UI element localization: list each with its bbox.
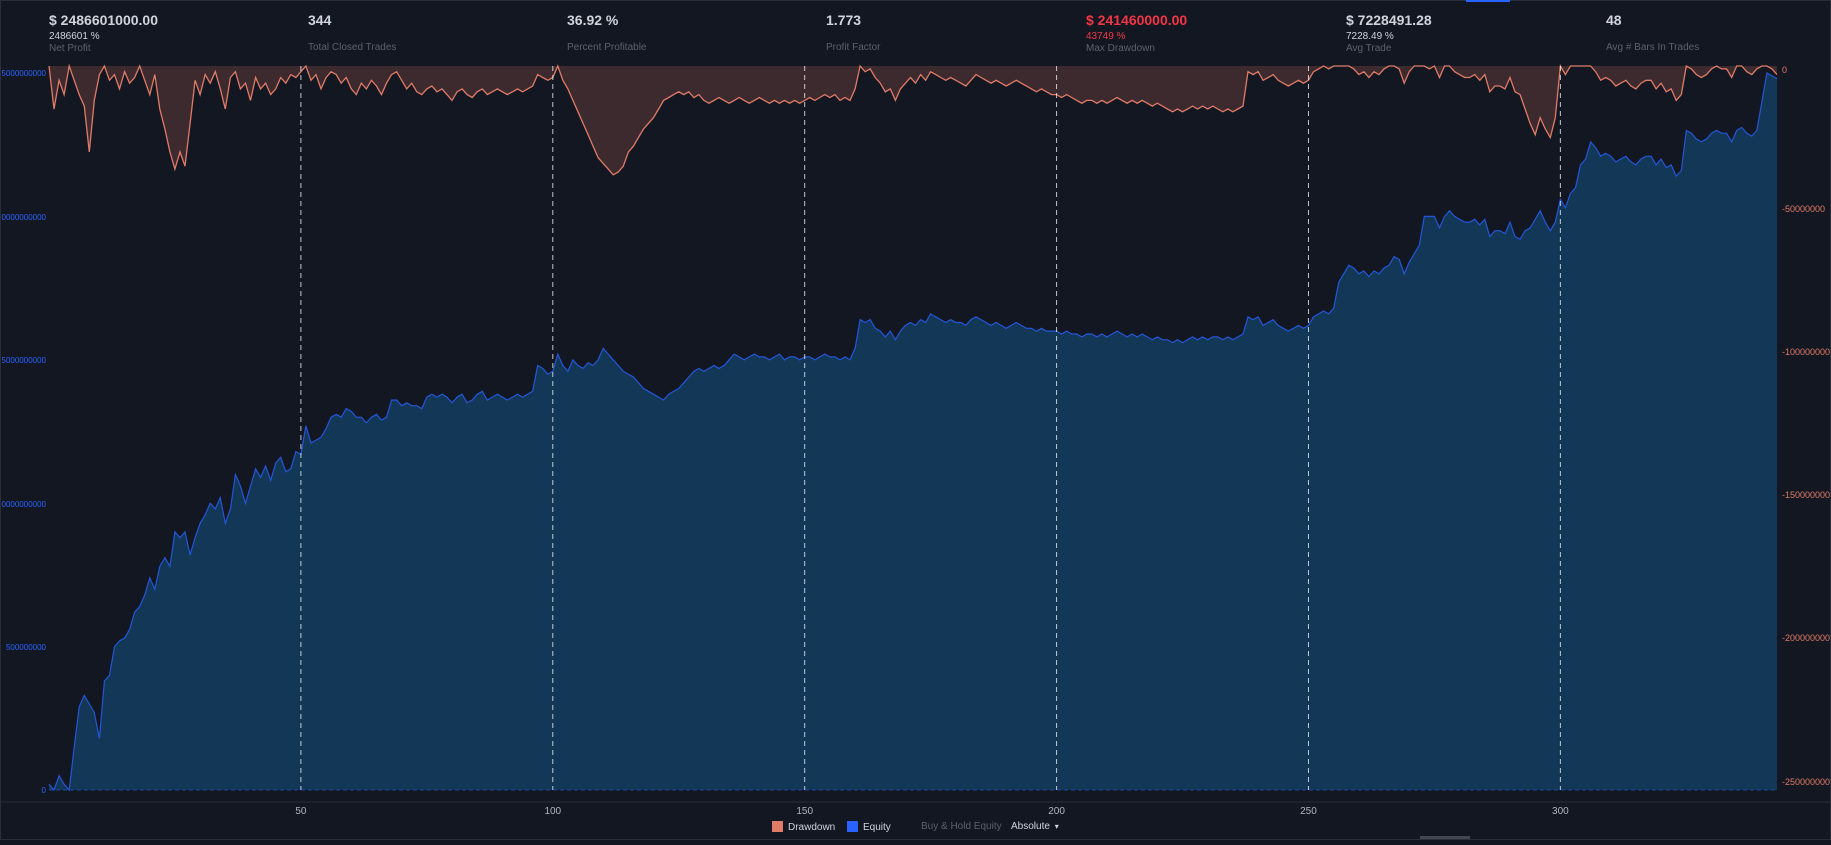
legend-label: Drawdown bbox=[788, 822, 836, 833]
equity-series bbox=[48, 72, 1778, 792]
x-tick-label: 300 bbox=[1552, 806, 1569, 817]
mode-dropdown[interactable]: Absolute ▾ bbox=[1011, 821, 1059, 832]
scrollbar-thumb[interactable] bbox=[1420, 836, 1470, 839]
right-axis-label: -200000000 bbox=[1782, 633, 1830, 643]
drawdown-area bbox=[49, 66, 1777, 175]
right-axis-label: -250000000 bbox=[1782, 777, 1830, 787]
equity-swatch-icon bbox=[847, 821, 858, 832]
left-axis-label: 5000000000 bbox=[2, 69, 47, 78]
legend-buy-hold-equity[interactable]: Buy & Hold Equity bbox=[921, 821, 1002, 832]
chart-legend: Drawdown Equity Buy & Hold Equity Absolu… bbox=[0, 819, 1831, 835]
right-axis-label: -150000000 bbox=[1782, 490, 1830, 500]
chevron-down-icon: ▾ bbox=[1054, 822, 1059, 831]
left-axis-label: 500000000 bbox=[6, 643, 47, 652]
left-axis-label: 0 bbox=[42, 786, 47, 795]
mode-label: Absolute bbox=[1011, 821, 1050, 832]
right-axis-label: -50000000 bbox=[1782, 204, 1825, 214]
right-axis-label: -100000000 bbox=[1782, 347, 1830, 357]
x-tick-label: 200 bbox=[1048, 806, 1065, 817]
legend-label: Buy & Hold Equity bbox=[921, 821, 1002, 832]
legend-label: Equity bbox=[863, 822, 891, 833]
x-tick-label: 250 bbox=[1300, 806, 1317, 817]
equity-drawdown-chart: 50 100 150 200 250 300 0 500000000 0000000000 500… bbox=[0, 0, 1831, 840]
x-tick-label: 100 bbox=[544, 806, 561, 817]
legend-equity[interactable]: Equity bbox=[847, 821, 891, 833]
left-axis-label: 5000000000 bbox=[2, 356, 47, 365]
drawdown-swatch-icon bbox=[772, 821, 783, 832]
legend-drawdown[interactable]: Drawdown bbox=[772, 821, 835, 833]
right-axis-label: 0 bbox=[1782, 65, 1787, 75]
left-axis-label: 0000000000 bbox=[2, 500, 47, 509]
chart-canvas: 50 100 150 200 250 300 0 500000000 0000000000 500… bbox=[0, 63, 1831, 817]
x-tick-label: 150 bbox=[796, 806, 813, 817]
x-tick-label: 50 bbox=[295, 806, 307, 817]
left-axis-label: 0000000000 bbox=[2, 213, 47, 222]
drawdown-series bbox=[48, 63, 1778, 176]
